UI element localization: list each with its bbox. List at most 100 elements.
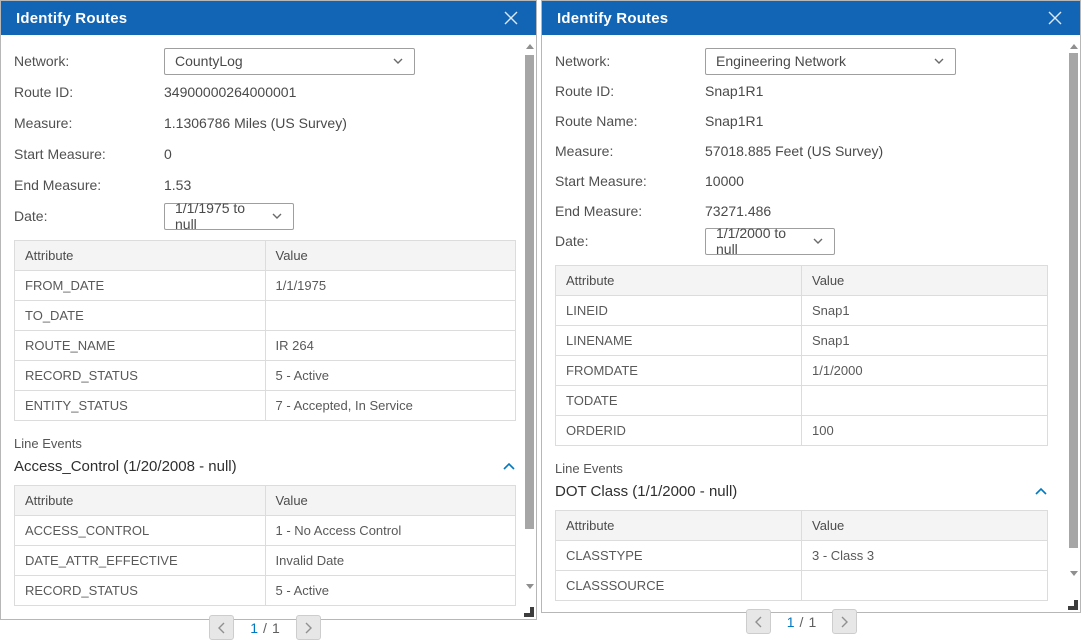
line-event-attribute-table: Attribute Value CLASSTYPE3 - Class 3 CLA… bbox=[555, 510, 1048, 601]
network-select[interactable]: Engineering Network bbox=[705, 48, 956, 75]
table-row: RECORD_STATUS5 - Active bbox=[15, 576, 516, 606]
field-row-date: Date: 1/1/1975 to null bbox=[14, 202, 510, 230]
vertical-scrollbar[interactable] bbox=[524, 37, 535, 615]
scroll-up-icon[interactable] bbox=[526, 44, 534, 49]
attr-value: 100 bbox=[802, 416, 1048, 446]
close-icon bbox=[503, 10, 519, 26]
collapse-button[interactable] bbox=[502, 462, 516, 471]
attr-value: Snap1 bbox=[802, 296, 1048, 326]
table-header-row: Attribute Value bbox=[556, 266, 1048, 296]
field-row-network: Network: Engineering Network bbox=[555, 47, 1054, 75]
scrollbar-thumb[interactable] bbox=[1069, 53, 1078, 548]
panel-header: Identify Routes bbox=[1, 1, 536, 35]
route-id-value: Snap1R1 bbox=[705, 83, 763, 99]
chevron-right-icon bbox=[304, 622, 313, 634]
date-select-value: 1/1/2000 to null bbox=[716, 225, 804, 257]
line-event-header: Access_Control (1/20/2008 - null) bbox=[14, 458, 516, 475]
attr-value: 1/1/2000 bbox=[802, 356, 1048, 386]
table-header-row: Attribute Value bbox=[15, 486, 516, 516]
route-name-value: Snap1R1 bbox=[705, 113, 763, 129]
route-name-label: Route Name: bbox=[555, 113, 705, 129]
field-row-date: Date: 1/1/2000 to null bbox=[555, 227, 1054, 255]
chevron-left-icon bbox=[217, 622, 226, 634]
field-row-route-name: Route Name: Snap1R1 bbox=[555, 107, 1054, 135]
network-select-value: Engineering Network bbox=[716, 53, 925, 69]
resize-grip[interactable] bbox=[1068, 600, 1078, 610]
scrollbar-thumb[interactable] bbox=[525, 55, 534, 529]
attr-value: 5 - Active bbox=[265, 361, 516, 391]
end-measure-label: End Measure: bbox=[555, 203, 705, 219]
table-row: FROM_DATE1/1/1975 bbox=[15, 271, 516, 301]
field-row-start-measure: Start Measure: 10000 bbox=[555, 167, 1054, 195]
field-row-network: Network: CountyLog bbox=[14, 47, 510, 75]
attr-value: 3 - Class 3 bbox=[802, 541, 1048, 571]
route-id-value: 34900000264000001 bbox=[164, 84, 296, 100]
chevron-up-icon bbox=[1034, 487, 1048, 496]
scroll-down-icon[interactable] bbox=[526, 584, 534, 589]
table-row: ACCESS_CONTROL1 - No Access Control bbox=[15, 516, 516, 546]
attr-value: 1 - No Access Control bbox=[265, 516, 516, 546]
attr-name: DATE_ATTR_EFFECTIVE bbox=[15, 546, 266, 576]
close-button[interactable] bbox=[1045, 8, 1065, 28]
col-header-attribute: Attribute bbox=[556, 266, 802, 296]
pagination: 1 / 1 bbox=[14, 615, 516, 640]
line-event-title: DOT Class (1/1/2000 - null) bbox=[555, 483, 737, 500]
route-attribute-table: Attribute Value LINEIDSnap1 LINENAMESnap… bbox=[555, 265, 1048, 446]
col-header-value: Value bbox=[265, 486, 516, 516]
chevron-up-icon bbox=[502, 462, 516, 471]
table-row: TO_DATE bbox=[15, 301, 516, 331]
attr-name: ORDERID bbox=[556, 416, 802, 446]
network-select[interactable]: CountyLog bbox=[164, 48, 415, 75]
prev-page-button[interactable] bbox=[209, 615, 234, 640]
start-measure-value: 0 bbox=[164, 146, 172, 162]
panel-body: Network: CountyLog Route ID: 34900000264… bbox=[1, 35, 536, 640]
start-measure-label: Start Measure: bbox=[555, 173, 705, 189]
scroll-down-icon[interactable] bbox=[1070, 571, 1078, 576]
network-select-value: CountyLog bbox=[175, 53, 384, 69]
line-events-label: Line Events bbox=[555, 461, 1054, 476]
attr-value: 7 - Accepted, In Service bbox=[265, 391, 516, 421]
line-events-label: Line Events bbox=[14, 436, 510, 451]
date-select-value: 1/1/1975 to null bbox=[175, 200, 263, 232]
table-row: CLASSSOURCE bbox=[556, 571, 1048, 601]
table-row: FROMDATE1/1/2000 bbox=[556, 356, 1048, 386]
attr-name: TODATE bbox=[556, 386, 802, 416]
network-label: Network: bbox=[555, 53, 705, 69]
end-measure-value: 73271.486 bbox=[705, 203, 771, 219]
attr-name: CLASSTYPE bbox=[556, 541, 802, 571]
table-header-row: Attribute Value bbox=[15, 241, 516, 271]
date-select[interactable]: 1/1/2000 to null bbox=[705, 228, 835, 255]
attr-name: FROMDATE bbox=[556, 356, 802, 386]
start-measure-label: Start Measure: bbox=[14, 146, 164, 162]
attr-value: 1/1/1975 bbox=[265, 271, 516, 301]
network-label: Network: bbox=[14, 53, 164, 69]
panel-title: Identify Routes bbox=[16, 10, 127, 27]
scroll-up-icon[interactable] bbox=[1070, 44, 1078, 49]
close-button[interactable] bbox=[501, 8, 521, 28]
attr-value: 5 - Active bbox=[265, 576, 516, 606]
date-select[interactable]: 1/1/1975 to null bbox=[164, 203, 294, 230]
start-measure-value: 10000 bbox=[705, 173, 744, 189]
panel-body: Network: Engineering Network Route ID: S… bbox=[542, 35, 1080, 634]
field-row-end-measure: End Measure: 1.53 bbox=[14, 171, 510, 199]
col-header-attribute: Attribute bbox=[15, 486, 266, 516]
field-row-route-id: Route ID: 34900000264000001 bbox=[14, 78, 510, 106]
attr-name: RECORD_STATUS bbox=[15, 361, 266, 391]
identify-routes-panel-right: Identify Routes Network: Engineering Net… bbox=[541, 0, 1081, 613]
next-page-button[interactable] bbox=[296, 615, 321, 640]
table-row: ENTITY_STATUS7 - Accepted, In Service bbox=[15, 391, 516, 421]
line-event-attribute-table: Attribute Value ACCESS_CONTROL1 - No Acc… bbox=[14, 485, 516, 606]
vertical-scrollbar[interactable] bbox=[1068, 37, 1079, 608]
identify-routes-panel-left: Identify Routes Network: CountyLog Route… bbox=[0, 0, 537, 620]
route-id-label: Route ID: bbox=[14, 84, 164, 100]
measure-label: Measure: bbox=[14, 115, 164, 131]
attr-name: FROM_DATE bbox=[15, 271, 266, 301]
attr-name: TO_DATE bbox=[15, 301, 266, 331]
line-event-title: Access_Control (1/20/2008 - null) bbox=[14, 458, 237, 475]
line-event-header: DOT Class (1/1/2000 - null) bbox=[555, 483, 1048, 500]
resize-grip[interactable] bbox=[524, 607, 534, 617]
attr-name: LINENAME bbox=[556, 326, 802, 356]
chevron-down-icon bbox=[392, 57, 404, 65]
panel-title: Identify Routes bbox=[557, 10, 668, 27]
collapse-button[interactable] bbox=[1034, 487, 1048, 496]
